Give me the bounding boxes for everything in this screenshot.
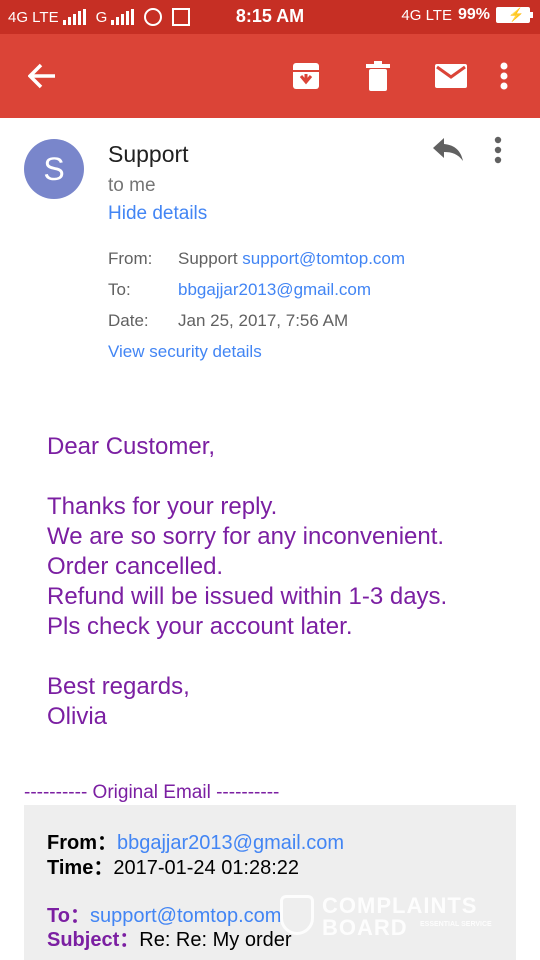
- reply-icon[interactable]: [432, 136, 468, 168]
- back-arrow-icon[interactable]: [24, 56, 60, 96]
- message-line: Thanks for your reply.: [47, 493, 278, 520]
- recipient-summary: to me: [108, 175, 156, 196]
- message-more-icon[interactable]: [494, 136, 514, 168]
- watermark-line2: BOARD: [322, 915, 408, 940]
- from-label: From:: [108, 249, 153, 268]
- watermark-tagline: ESSENTIAL SERVICE: [420, 921, 492, 928]
- battery-icon: ⚡: [496, 7, 533, 23]
- avatar-letter: S: [43, 150, 65, 187]
- delete-icon[interactable]: [364, 56, 392, 96]
- original-time-value: 2017-01-24 01:28:22: [113, 857, 300, 879]
- message-line: Order cancelled.: [47, 553, 224, 580]
- signature: Olivia: [47, 703, 108, 730]
- original-time-label: Time：: [47, 857, 114, 879]
- greeting: Dear Customer,: [47, 433, 216, 460]
- hide-details-link[interactable]: Hide details: [108, 203, 207, 225]
- original-subject: Subject：Re: Re: My order: [47, 923, 292, 952]
- from-name: Support: [178, 249, 238, 268]
- avatar[interactable]: S: [24, 139, 84, 199]
- battery-percent: 99%: [457, 6, 490, 23]
- status-right: 4G LTE 99% ⚡: [401, 6, 533, 24]
- message-line: Pls check your account later.: [47, 613, 353, 640]
- network-label-3: 4G LTE: [401, 6, 452, 24]
- from-email-link[interactable]: support@tomtop.com: [242, 249, 405, 268]
- status-bar: 4G LTE G 8:15 AM 4G LTE 99% ⚡: [0, 0, 540, 34]
- from-value: Support support@tomtop.com: [178, 249, 405, 269]
- app-bar: [0, 34, 540, 118]
- original-time: Time：2017-01-24 01:28:22: [47, 851, 299, 880]
- date-label: Date:: [108, 311, 149, 330]
- sender-name: Support: [108, 141, 189, 167]
- archive-icon[interactable]: [290, 56, 322, 96]
- to-email-link[interactable]: bbgajjar2013@gmail.com: [178, 280, 371, 300]
- message-line: Refund will be issued within 1-3 days.: [47, 583, 448, 610]
- mark-unread-icon[interactable]: [434, 56, 468, 96]
- original-subject-value: Re: Re: My order: [139, 929, 292, 951]
- shield-icon: [280, 895, 314, 935]
- closing: Best regards,: [47, 673, 190, 700]
- view-security-details-link[interactable]: View security details: [108, 342, 262, 362]
- date-value: Jan 25, 2017, 7:56 AM: [178, 311, 349, 330]
- message-line: We are so sorry for any inconvenient.: [47, 523, 445, 550]
- more-options-icon[interactable]: [496, 56, 512, 96]
- original-email-box: From：bbgajjar2013@gmail.com Time：2017-01…: [24, 805, 516, 960]
- original-email-separator: ---------- Original Email ----------: [24, 782, 280, 803]
- to-label: To:: [108, 280, 131, 299]
- original-subject-label: Subject：: [47, 929, 140, 951]
